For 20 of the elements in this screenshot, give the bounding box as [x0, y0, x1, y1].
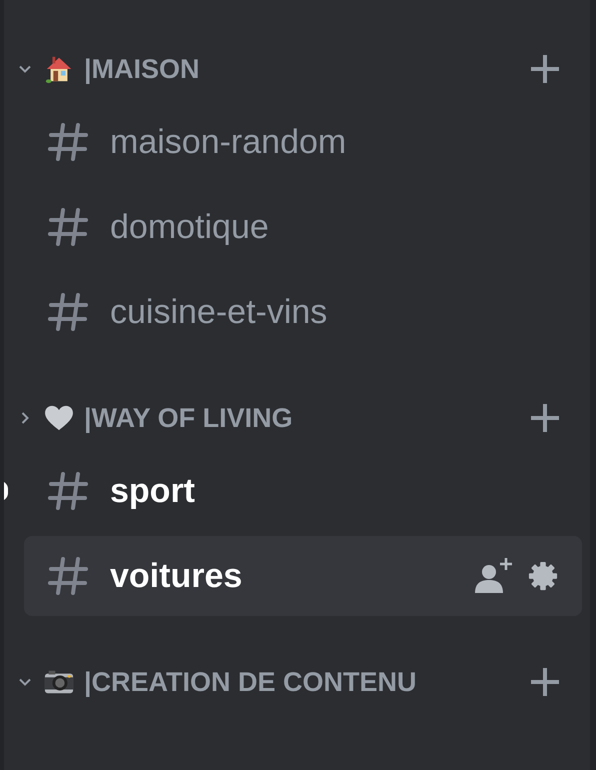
invite-member-icon[interactable]	[474, 558, 514, 594]
hash-icon	[48, 556, 88, 596]
channel-item[interactable]: maison-random	[24, 102, 582, 182]
channel-item[interactable]: cuisine-et-vins	[24, 272, 582, 352]
hash-icon	[48, 292, 88, 332]
hash-icon	[48, 122, 88, 162]
selected-channel-item[interactable]: voitures	[24, 536, 582, 616]
channel-item[interactable]: sport	[24, 451, 582, 531]
hash-icon	[48, 471, 88, 511]
category-name[interactable]: |CREATION DE CONTENU	[84, 666, 417, 698]
house-icon	[44, 54, 74, 84]
add-channel-icon[interactable]	[530, 667, 560, 697]
category-name[interactable]: |WAY OF LIVING	[84, 402, 293, 434]
heart-icon	[44, 405, 74, 431]
hash-icon	[48, 207, 88, 247]
settings-icon[interactable]	[528, 561, 558, 591]
channel-item[interactable]: domotique	[24, 187, 582, 267]
category-name[interactable]: |MAISON	[84, 54, 200, 84]
add-channel-icon[interactable]	[530, 54, 560, 84]
add-channel-icon[interactable]	[530, 403, 560, 433]
